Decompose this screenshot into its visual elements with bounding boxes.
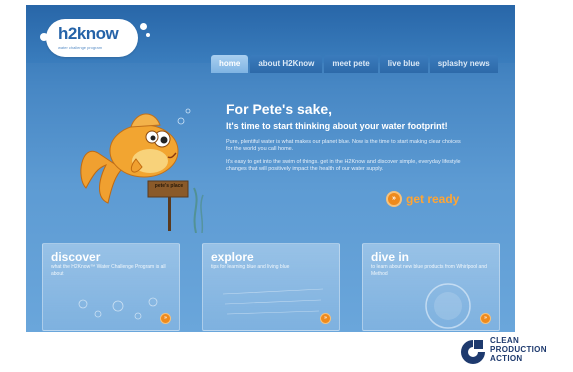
cpa-line-1: CLEAN [490,336,520,345]
logo-text: h2know [58,24,119,43]
get-ready-button[interactable]: » get ready [386,191,459,207]
arrow-right-icon: » [386,191,402,207]
card-description: what the H2Know™ Water Challenge Program… [51,264,166,277]
get-ready-label: get ready [406,192,460,206]
hero-paragraph-2: It's easy to get into the swim of things… [226,159,461,172]
h2know-logo[interactable]: h2know water challenge program [40,19,150,59]
hero-section: pete's place For Pete's sake, It's time … [26,73,515,234]
cpa-line-2: PRODUCTION [490,345,547,354]
logo-tagline: water challenge program [58,45,103,50]
tab-meet-pete[interactable]: meet pete [324,55,378,73]
card-title: explore [211,250,254,264]
screenshot-canvas: h2know water challenge program home abou… [0,0,573,372]
card-dive-in[interactable]: dive in to learn about new blue products… [362,243,500,331]
arrow-right-icon[interactable]: » [320,313,331,324]
logo-bubble-icon [40,33,48,41]
logo-bubble-icon [146,33,150,37]
hero-paragraph-1: Pure, plentiful water is what makes our … [226,139,461,152]
website-frame: h2know water challenge program home abou… [26,5,515,332]
cpa-text: CLEAN PRODUCTION ACTION [490,336,547,363]
cpa-line-3: ACTION [490,354,523,363]
feature-cards: discover what the H2Know™ Water Challeng… [42,243,500,332]
card-title: discover [51,250,101,264]
card-description: to learn about new blue products from Wh… [371,264,487,277]
card-description: tips for learning blue and living blue [211,264,290,270]
card-discover[interactable]: discover what the H2Know™ Water Challeng… [42,243,180,331]
fish-icon [80,108,204,234]
card-explore[interactable]: explore tips for learning blue and livin… [202,243,340,331]
tab-live-blue[interactable]: live blue [379,55,428,73]
clean-production-action-logo: CLEAN PRODUCTION ACTION [456,333,573,371]
tab-splashy-news[interactable]: splashy news [429,55,498,73]
hero-subtitle: It's time to start thinking about your w… [226,121,448,131]
cpa-logo-icon [461,340,485,364]
tab-home[interactable]: home [211,55,249,73]
hero-title: For Pete's sake, [226,101,333,117]
arrow-right-icon[interactable]: » [480,313,491,324]
card-title: dive in [371,250,410,264]
main-nav: home about H2Know meet pete live blue sp… [211,55,498,73]
arrow-right-icon[interactable]: » [160,313,171,324]
tab-about[interactable]: about H2Know [250,55,323,73]
pete-fish-illustration: pete's place [76,93,206,234]
logo-bubble-icon [140,23,147,30]
sign-text: pete's place [154,183,184,189]
